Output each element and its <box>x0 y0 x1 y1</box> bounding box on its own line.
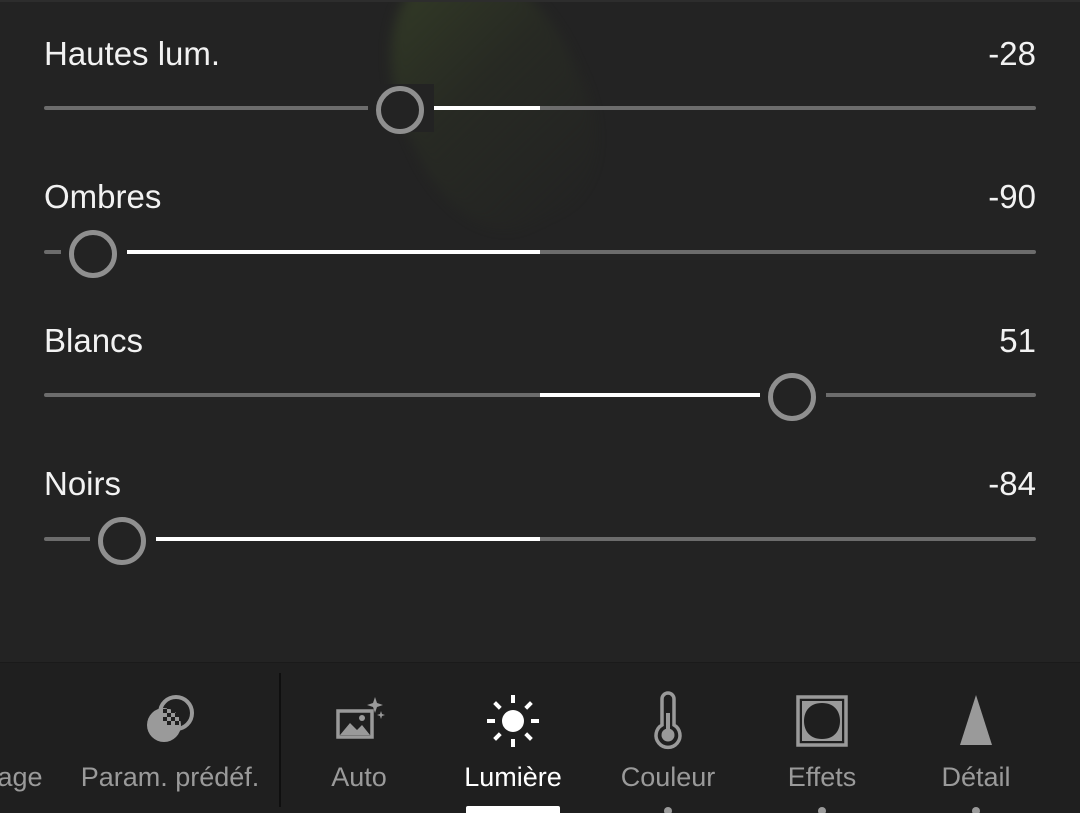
tool-presets[interactable]: Param. prédéf. <box>70 663 270 813</box>
tool-color[interactable]: Couleur <box>604 663 732 813</box>
more-options-dot <box>818 807 826 813</box>
slider-value[interactable]: -90 <box>988 177 1036 217</box>
slider-label: Hautes lum. <box>44 35 221 72</box>
slider-value[interactable]: -28 <box>988 34 1036 74</box>
sun-icon <box>487 695 539 747</box>
slider-track[interactable] <box>44 106 1036 110</box>
thermometer-icon <box>654 691 682 750</box>
slider-thumb[interactable] <box>98 517 146 565</box>
active-tab-indicator <box>466 806 560 813</box>
more-options-dot <box>972 807 980 813</box>
slider-label: Ombres <box>44 178 162 215</box>
tool-label: Couleur <box>620 762 716 792</box>
edit-panel: Hautes lum. -28 Ombres -90 Blancs 51 Noi… <box>0 0 1080 813</box>
slider-blacks: Noirs -84 <box>44 464 1036 574</box>
panel-top-edge <box>0 0 1080 2</box>
more-options-dot <box>664 807 672 813</box>
tool-label: Effets <box>787 762 857 792</box>
slider-thumb[interactable] <box>69 230 117 278</box>
presets-icon <box>147 695 194 742</box>
tool-effects[interactable]: Effets <box>762 663 882 813</box>
slider-fill <box>540 393 793 397</box>
slider-value[interactable]: 51 <box>999 321 1036 361</box>
slider-highlights: Hautes lum. -28 <box>44 34 1036 144</box>
slider-label: Noirs <box>44 465 122 502</box>
slider-track[interactable] <box>44 393 1036 397</box>
slider-fill <box>123 537 540 541</box>
auto-icon <box>336 697 385 739</box>
tool-label: Lumière <box>464 762 562 792</box>
slider-shadows: Ombres -90 <box>44 177 1036 287</box>
slider-value[interactable]: -84 <box>988 464 1036 504</box>
tool-label: Auto <box>331 762 387 792</box>
slider-fill <box>94 250 540 254</box>
slider-track[interactable] <box>44 250 1036 254</box>
tool-label: age <box>0 762 43 792</box>
bottom-toolbar: age Param. prédéf. Auto Lumière Couleur … <box>0 662 1080 813</box>
tool-auto[interactable]: Auto <box>300 663 418 813</box>
tool-light[interactable]: Lumière <box>448 663 578 813</box>
detail-triangle-icon <box>960 695 992 745</box>
slider-thumb[interactable] <box>376 86 424 134</box>
slider-thumb[interactable] <box>768 373 816 421</box>
slider-whites: Blancs 51 <box>44 321 1036 431</box>
slider-track[interactable] <box>44 537 1036 541</box>
toolbar-divider <box>279 673 281 807</box>
tool-label: Param. prédéf. <box>80 762 260 792</box>
tool-crop-partial[interactable]: age <box>0 663 80 813</box>
tool-detail[interactable]: Détail <box>914 663 1038 813</box>
tool-label: Détail <box>941 762 1011 792</box>
effects-icon <box>796 695 848 747</box>
slider-label: Blancs <box>44 322 144 359</box>
